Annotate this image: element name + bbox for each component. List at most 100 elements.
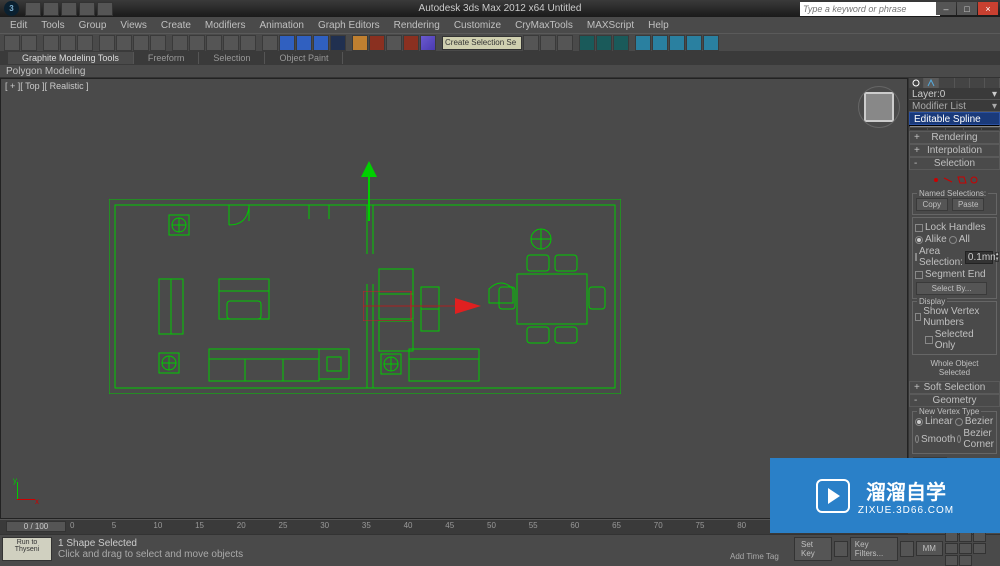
menu-animation[interactable]: Animation (253, 19, 309, 32)
all-radio[interactable] (949, 236, 957, 244)
menu-maxscript[interactable]: MAXScript (581, 19, 640, 32)
angle-snap-icon[interactable] (296, 35, 312, 51)
rollout-soft-selection[interactable]: +Soft Selection (909, 381, 1000, 394)
tab-object-paint[interactable]: Object Paint (265, 52, 343, 64)
pin-stack-icon[interactable] (910, 128, 927, 130)
menu-crymaxtools[interactable]: CryMaxTools (509, 19, 579, 32)
align-icon[interactable] (386, 35, 402, 51)
schematic-view-icon[interactable] (635, 35, 651, 51)
copy-button[interactable]: Copy (916, 198, 948, 211)
qat-redo-icon[interactable] (97, 2, 113, 16)
orbit-icon[interactable] (973, 543, 986, 554)
redo-icon[interactable] (21, 35, 37, 51)
material-editor-icon[interactable] (523, 35, 539, 51)
smooth-radio[interactable] (915, 435, 919, 443)
menu-views[interactable]: Views (114, 19, 153, 32)
rotate-icon[interactable] (189, 35, 205, 51)
tab-create-icon[interactable] (909, 78, 924, 88)
rollout-selection[interactable]: -Selection (909, 157, 1000, 170)
qat-new-icon[interactable] (25, 2, 41, 16)
tab-selection[interactable]: Selection (199, 52, 265, 64)
viewcube[interactable] (859, 87, 899, 127)
segment-end-checkbox[interactable] (915, 271, 923, 279)
rollout-rendering[interactable]: +Rendering (909, 131, 1000, 144)
add-time-tag-button[interactable]: Add Time Tag (730, 552, 779, 561)
percent-snap-icon[interactable] (313, 35, 329, 51)
menu-group[interactable]: Group (73, 19, 113, 32)
fov-icon[interactable] (945, 543, 958, 554)
key-filters-button[interactable]: Key Filters... (850, 537, 898, 561)
tab-graphite-modeling[interactable]: Graphite Modeling Tools (8, 52, 134, 64)
menu-create[interactable]: Create (155, 19, 197, 32)
paste-button[interactable]: Paste (952, 198, 984, 211)
render-frame-icon[interactable] (557, 35, 573, 51)
qat-open-icon[interactable] (43, 2, 59, 16)
layer-icon[interactable] (403, 35, 419, 51)
explorer-icon[interactable] (669, 35, 685, 51)
walk-icon[interactable] (959, 555, 972, 566)
select-icon[interactable] (99, 35, 115, 51)
polygon-modeling-label[interactable]: Polygon Modeling (0, 65, 1000, 78)
scale-icon[interactable] (206, 35, 222, 51)
modifier-list-dropdown[interactable]: Modifier List▾ (909, 100, 1000, 112)
gizmo-x-arrow-icon[interactable] (363, 291, 483, 321)
render-last-icon[interactable] (613, 35, 629, 51)
linear-radio[interactable] (915, 418, 923, 426)
tab-hierarchy-icon[interactable] (939, 78, 954, 88)
maximize-button[interactable]: □ (957, 2, 977, 15)
make-unique-icon[interactable] (946, 128, 963, 130)
minimize-button[interactable]: – (936, 2, 956, 15)
slate-icon[interactable] (703, 35, 719, 51)
app-icon[interactable]: 3 (4, 1, 19, 16)
tab-utilities-icon[interactable] (985, 78, 1000, 88)
remove-modifier-icon[interactable] (964, 128, 981, 130)
menu-modifiers[interactable]: Modifiers (199, 19, 252, 32)
show-end-result-icon[interactable] (928, 128, 945, 130)
snap-toggle-icon[interactable] (279, 35, 295, 51)
render-setup-icon[interactable] (540, 35, 556, 51)
menu-graph-editors[interactable]: Graph Editors (312, 19, 386, 32)
viewcube-face-icon[interactable] (864, 92, 894, 122)
select-by-button[interactable]: Select By... (916, 282, 987, 295)
menu-customize[interactable]: Customize (448, 19, 507, 32)
close-button[interactable]: × (978, 2, 998, 15)
link-icon[interactable] (43, 35, 59, 51)
time-slider-handle[interactable]: 0 / 100 (6, 521, 66, 532)
bezier-corner-radio[interactable] (957, 435, 961, 443)
configure-sets-icon[interactable] (982, 128, 999, 130)
pivot-icon[interactable] (240, 35, 256, 51)
move-icon[interactable] (172, 35, 188, 51)
area-selection-value[interactable]: 0.1mm (965, 251, 993, 264)
menu-edit[interactable]: Edit (4, 19, 33, 32)
rollout-geometry[interactable]: -Geometry (909, 394, 1000, 407)
area-spinner[interactable]: ▴▾ (995, 252, 1000, 262)
layer-row[interactable]: Layer:0 ▾ (909, 88, 1000, 100)
render-region-icon[interactable] (596, 35, 612, 51)
help-search-input[interactable] (800, 2, 940, 16)
maximize-viewport-icon[interactable] (945, 555, 958, 566)
key-mode-icon[interactable] (834, 541, 848, 557)
show-vertex-numbers-checkbox[interactable] (915, 313, 921, 321)
tab-modify-icon[interactable] (924, 78, 939, 88)
bind-space-icon[interactable] (77, 35, 93, 51)
modifier-stack-item-editable-spline[interactable]: Editable Spline (909, 112, 1000, 125)
qat-undo-icon[interactable] (79, 2, 95, 16)
select-name-icon[interactable] (116, 35, 132, 51)
qat-save-icon[interactable] (61, 2, 77, 16)
lock-handles-checkbox[interactable] (915, 224, 923, 232)
tab-motion-icon[interactable] (955, 78, 970, 88)
playback-prev-icon[interactable] (900, 541, 914, 557)
viewport-label[interactable]: [ + ][ Top ][ Realistic ] (5, 81, 89, 91)
spinner-snap-icon[interactable] (330, 35, 346, 51)
tab-display-icon[interactable] (970, 78, 985, 88)
container-icon[interactable] (686, 35, 702, 51)
selected-only-checkbox[interactable] (925, 336, 933, 344)
unlink-icon[interactable] (60, 35, 76, 51)
mirror-icon[interactable] (369, 35, 385, 51)
menu-tools[interactable]: Tools (35, 19, 70, 32)
undo-icon[interactable] (4, 35, 20, 51)
rollout-interpolation[interactable]: +Interpolation (909, 144, 1000, 157)
menu-rendering[interactable]: Rendering (388, 19, 446, 32)
bezier-radio[interactable] (955, 418, 963, 426)
asset-icon[interactable] (652, 35, 668, 51)
